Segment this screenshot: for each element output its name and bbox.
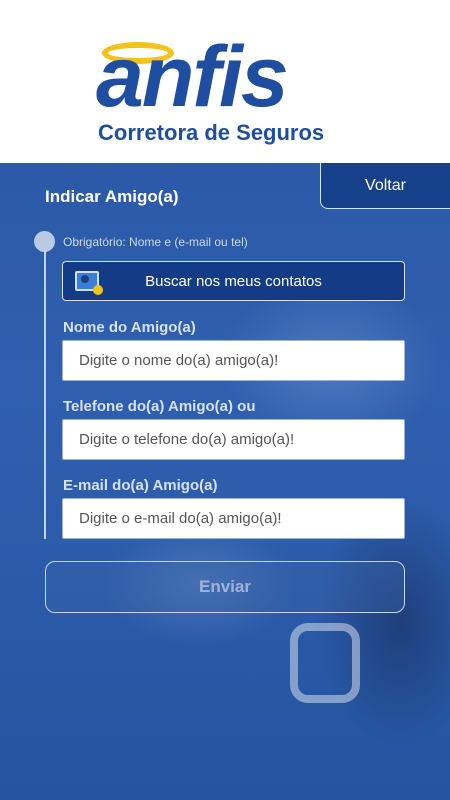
main-panel: Voltar Indicar Amigo(a) Obrigatório: Nom… bbox=[0, 163, 450, 800]
required-fields-note: Obrigatório: Nome e (e-mail ou tel) bbox=[63, 235, 248, 249]
search-contacts-label: Buscar nos meus contatos bbox=[145, 272, 322, 290]
anfis-logo: anfis Corretora de Seguros bbox=[96, 34, 356, 148]
app-header: anfis Corretora de Seguros bbox=[0, 0, 450, 163]
contact-card-icon bbox=[75, 271, 103, 295]
step-indicator-dot bbox=[34, 231, 55, 252]
email-input[interactable] bbox=[62, 498, 405, 539]
search-contacts-button[interactable]: Buscar nos meus contatos bbox=[62, 261, 405, 301]
send-button[interactable]: Enviar bbox=[45, 561, 405, 613]
name-input[interactable] bbox=[62, 340, 405, 381]
page-title: Indicar Amigo(a) bbox=[45, 187, 179, 206]
phone-input[interactable] bbox=[62, 419, 405, 460]
step-indicator-line bbox=[44, 251, 46, 539]
logo-wordmark: anfis bbox=[96, 29, 289, 125]
back-button[interactable]: Voltar bbox=[320, 163, 450, 209]
email-label: E-mail do(a) Amigo(a) bbox=[63, 477, 218, 494]
phone-label: Telefone do(a) Amigo(a) ou bbox=[63, 398, 256, 415]
name-label: Nome do Amigo(a) bbox=[63, 319, 196, 336]
background-watch-decoration bbox=[290, 623, 360, 703]
logo-subtitle: Corretora de Seguros bbox=[98, 120, 325, 145]
